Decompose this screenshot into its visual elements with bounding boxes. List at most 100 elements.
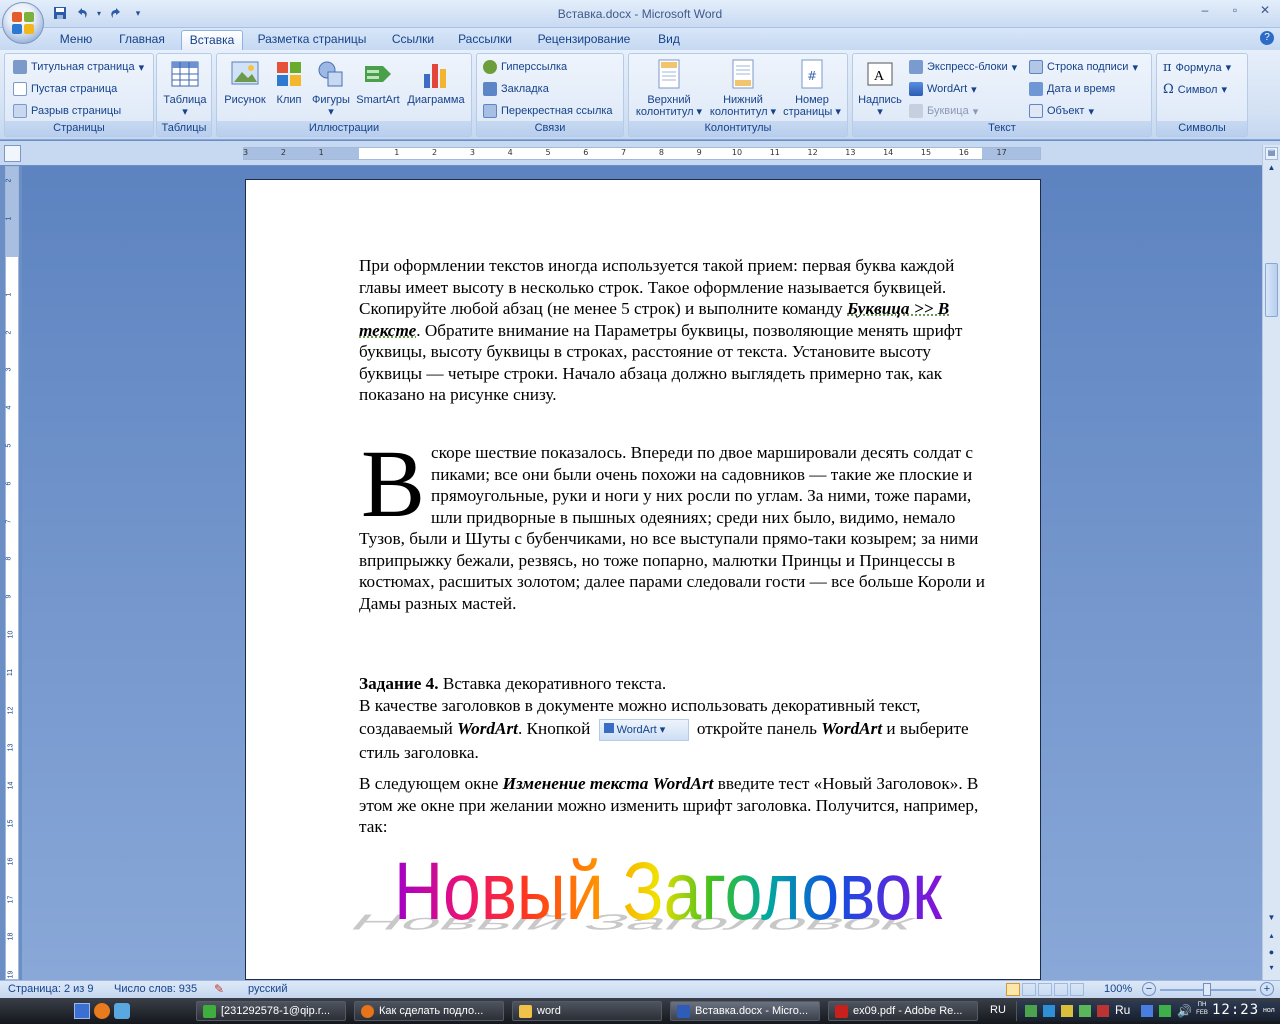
tab-home[interactable]: Главная — [110, 30, 174, 50]
volume-icon[interactable]: 🔊 — [1177, 1004, 1192, 1018]
word-count[interactable]: Число слов: 935 — [114, 983, 197, 995]
smartart-button[interactable]: SmartArt — [353, 58, 403, 106]
group-label: Связи — [477, 121, 623, 136]
calendar-icon — [1029, 82, 1043, 96]
tab-page-layout[interactable]: Разметка страницы — [250, 30, 374, 50]
print-layout-icon[interactable] — [1006, 983, 1020, 996]
ruler-tick-label: 16 — [958, 148, 969, 157]
ruler-tick-label: 9 — [696, 148, 702, 157]
tray-language[interactable]: Ru — [1115, 1003, 1130, 1017]
signature-line-button[interactable]: Строка подписи ▾ — [1029, 60, 1138, 74]
show-desktop-icon[interactable] — [74, 1003, 90, 1019]
clock[interactable]: 12:23 — [1212, 1002, 1259, 1018]
picture-button[interactable]: Рисунок — [221, 58, 269, 106]
browse-object-icon[interactable]: ● — [1265, 947, 1278, 960]
minimize-icon[interactable]: – — [1190, 0, 1220, 20]
page-number-button[interactable]: # Номер страницы ▾ — [779, 58, 845, 118]
zoom-slider-thumb[interactable] — [1203, 983, 1211, 996]
hyperlink-button[interactable]: Гиперссылка — [483, 60, 567, 74]
header-button[interactable]: Верхний колонтитул ▾ — [631, 58, 707, 118]
horizontal-ruler[interactable]: 3 2 1 1 2 3 4 5 6 7 8 9 10 11 12 13 14 15 16 17 — [243, 147, 1041, 160]
next-page-icon[interactable]: ▾ — [1265, 963, 1278, 976]
tab-insert[interactable]: Вставка — [181, 30, 243, 50]
input-language[interactable]: RU — [990, 1004, 1006, 1016]
previous-page-icon[interactable]: ▴ — [1265, 931, 1278, 944]
page-break-button[interactable]: Разрыв страницы — [13, 104, 121, 118]
object-button[interactable]: Объект ▾ — [1029, 104, 1094, 118]
zoom-level[interactable]: 100% — [1104, 983, 1132, 995]
taskbar-item-adobe[interactable]: ex09.pdf - Adobe Re... — [828, 1001, 978, 1021]
ruler-tick-label: 11 — [769, 148, 780, 157]
maximize-icon[interactable]: ▫ — [1220, 0, 1250, 20]
folder-icon — [519, 1004, 532, 1018]
zoom-out-icon[interactable]: − — [1142, 982, 1156, 996]
footer-icon — [732, 59, 754, 89]
svg-text:#: # — [807, 69, 817, 83]
taskbar-item-firefox[interactable]: Как сделать подло... — [354, 1001, 504, 1021]
cross-reference-button[interactable]: Перекрестная ссылка — [483, 104, 613, 118]
dropcap-letter: В — [361, 430, 426, 537]
scroll-up-icon[interactable]: ▲ — [1265, 163, 1278, 176]
office-button[interactable] — [2, 2, 44, 44]
chart-button[interactable]: Диаграмма — [403, 58, 469, 106]
zoom-in-icon[interactable]: + — [1260, 982, 1274, 996]
blank-page-button[interactable]: Пустая страница — [13, 82, 117, 96]
web-layout-icon[interactable] — [1038, 983, 1052, 996]
tray-icon-app[interactable] — [1061, 1005, 1073, 1017]
language-status[interactable]: русский — [248, 983, 287, 995]
group-label: Таблицы — [157, 121, 211, 136]
ruler-tick-label: 7 — [5, 519, 13, 524]
page-count[interactable]: Страница: 2 из 9 — [8, 983, 94, 995]
tab-selector-button[interactable] — [4, 145, 21, 162]
quicklaunch-icon[interactable] — [114, 1003, 130, 1019]
spellcheck-icon[interactable]: ✎ — [214, 982, 224, 996]
wordart-title[interactable]: Новый Заголовок Новый Заголовок — [350, 835, 950, 935]
quick-parts-button[interactable]: Экспресс-блоки ▾ — [909, 60, 1017, 74]
vertical-ruler[interactable]: 2 1 1 2 3 4 5 6 7 8 9 10 11 12 13 14 15 16 17 18 19 — [5, 166, 19, 980]
tray-icon-antivirus[interactable] — [1097, 1005, 1109, 1017]
full-screen-icon[interactable] — [1022, 983, 1036, 996]
cover-page-button[interactable]: Титульная страница ▾ — [13, 60, 144, 74]
vertical-scrollbar[interactable]: ▤ ▲ ▼ ▴ ● ▾ — [1262, 145, 1280, 980]
table-button[interactable]: Таблица ▾ — [161, 58, 209, 118]
clip-button[interactable]: Клип — [269, 58, 309, 106]
scroll-down-icon[interactable]: ▼ — [1265, 913, 1278, 926]
draft-icon[interactable] — [1070, 983, 1084, 996]
scrollbar-thumb[interactable] — [1265, 263, 1278, 317]
dropcap-button[interactable]: Буквица ▾ — [909, 104, 978, 118]
close-icon[interactable]: ✕ — [1250, 0, 1280, 20]
taskbar-item-qip[interactable]: [231292578-1@qip.r... — [196, 1001, 346, 1021]
taskbar-item-word[interactable]: Вставка.docx - Micro... — [670, 1001, 820, 1021]
tray-icon-security[interactable] — [1043, 1005, 1055, 1017]
chart-icon — [424, 64, 446, 88]
equation-button[interactable]: π Формула ▾ — [1163, 60, 1231, 75]
tab-menu[interactable]: Меню — [50, 30, 102, 50]
help-icon[interactable]: ? — [1260, 31, 1274, 45]
ruler-tick-label: 16 — [7, 857, 15, 866]
tray-icon-qip[interactable] — [1079, 1005, 1091, 1017]
ruler-tick-label: 7 — [621, 148, 627, 157]
wordart-button[interactable]: WordArt ▾ — [909, 82, 977, 96]
footer-button[interactable]: Нижний колонтитул ▾ — [705, 58, 781, 118]
browser-icon[interactable] — [94, 1003, 110, 1019]
ruler-tick-label: 3 — [243, 148, 249, 157]
taskbar-item-folder[interactable]: word — [512, 1001, 662, 1021]
tab-view[interactable]: Вид — [648, 30, 690, 50]
textbox-button[interactable]: A Надпись ▾ — [855, 58, 905, 118]
shapes-button[interactable]: Фигуры ▾ — [309, 58, 353, 118]
dropcap-icon — [909, 104, 923, 118]
qip-icon — [203, 1004, 216, 1018]
ruler-toggle-icon[interactable]: ▤ — [1265, 147, 1278, 160]
group-label: Текст — [853, 121, 1151, 136]
tab-references[interactable]: Ссылки — [382, 30, 444, 50]
symbol-button[interactable]: Ω Символ ▾ — [1163, 82, 1227, 97]
tab-mailings[interactable]: Рассылки — [450, 30, 520, 50]
date-time-button[interactable]: Дата и время — [1029, 82, 1115, 96]
bookmark-button[interactable]: Закладка — [483, 82, 549, 96]
tab-review[interactable]: Рецензирование — [528, 30, 640, 50]
tray-icon-bluetooth[interactable] — [1141, 1005, 1153, 1017]
ruler-tick-label: 12 — [807, 148, 818, 157]
outline-icon[interactable] — [1054, 983, 1068, 996]
tray-icon-network[interactable] — [1025, 1005, 1037, 1017]
tray-icon-nvidia[interactable] — [1159, 1005, 1171, 1017]
